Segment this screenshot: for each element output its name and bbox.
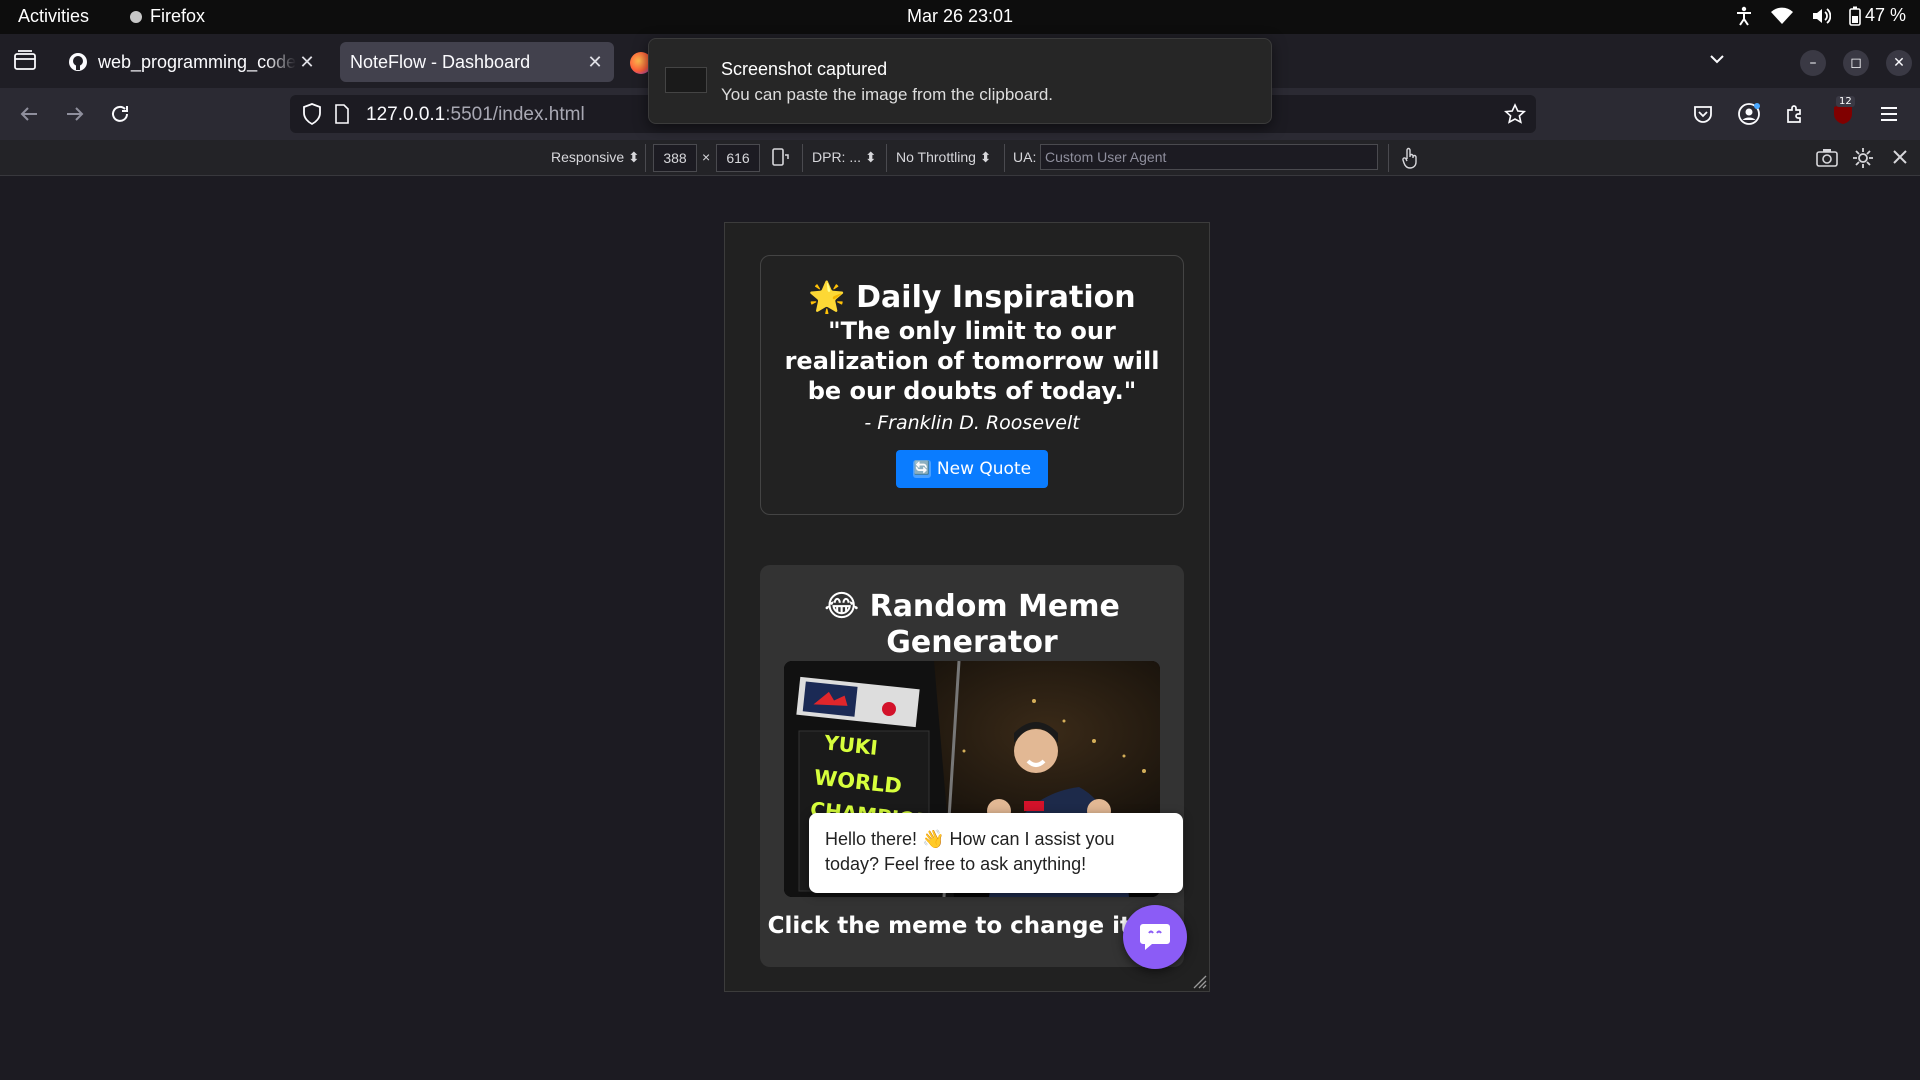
firefox-icon xyxy=(130,10,142,23)
resize-handle-icon[interactable] xyxy=(1191,973,1207,989)
meme-card-title: 😂 Random Meme Generator xyxy=(824,589,1120,660)
dimension-separator: × xyxy=(702,149,711,165)
meme-card: 😂 Random Meme Generator YUKI WORLD Click… xyxy=(760,565,1184,967)
new-quote-button[interactable]: 🔄 New Quote xyxy=(896,450,1048,488)
github-icon xyxy=(69,53,87,71)
account-icon[interactable] xyxy=(1736,101,1762,127)
screenshot-icon[interactable] xyxy=(1816,148,1838,171)
viewport-width-input[interactable]: 388 xyxy=(653,144,697,172)
chat-launcher-button[interactable] xyxy=(1123,905,1187,969)
page-info-icon[interactable] xyxy=(334,104,350,124)
minimize-button[interactable]: – xyxy=(1800,50,1826,76)
firefox-view-icon[interactable] xyxy=(12,48,38,74)
system-tray[interactable]: 47 % xyxy=(1735,5,1906,26)
throttling-selector[interactable]: No Throttling ⬍ xyxy=(896,149,992,166)
url-host: 127.0.0.1 xyxy=(366,104,446,125)
divider xyxy=(645,144,646,172)
throttling-label: No Throttling xyxy=(896,149,976,165)
url-path: :5501/index.html xyxy=(445,104,585,125)
chat-welcome-bubble[interactable]: Hello there! 👋 How can I assist you toda… xyxy=(809,813,1183,893)
forward-icon[interactable] xyxy=(62,101,88,127)
accessibility-icon xyxy=(1736,6,1751,26)
tab-title: NoteFlow - Dashboard xyxy=(350,51,531,72)
clock[interactable]: Mar 26 23:01 xyxy=(0,6,1920,27)
device-selector[interactable]: Responsive ⬍ xyxy=(551,149,640,166)
gnome-top-bar: Activities Firefox Mar 26 23:01 47 % xyxy=(0,0,1920,34)
quote-text: "The only limit to our realization of to… xyxy=(784,317,1160,405)
url-text[interactable]: 127.0.0.1:5501/index.html xyxy=(366,104,585,126)
device-viewport: 🌟 Daily Inspiration "The only limit to o… xyxy=(724,222,1210,992)
battery-indicator: 47 % xyxy=(1849,5,1906,26)
responsive-design-toolbar: Responsive ⬍ 388 × 616 DPR: ... ⬍ No Thr… xyxy=(0,140,1920,176)
battery-level: 47 % xyxy=(1864,5,1906,25)
tracking-protection-icon[interactable] xyxy=(302,103,322,125)
dpr-selector[interactable]: DPR: ... ⬍ xyxy=(812,149,877,166)
chat-bubble-icon xyxy=(1140,924,1170,950)
extensions-icon[interactable] xyxy=(1782,101,1808,127)
device-selector-label: Responsive xyxy=(551,149,625,165)
close-window-button[interactable]: ✕ xyxy=(1886,50,1912,76)
bookmark-star-icon[interactable] xyxy=(1504,103,1526,125)
screenshot-thumbnail-icon xyxy=(665,67,707,93)
back-icon[interactable] xyxy=(16,101,42,127)
screenshot-notification[interactable]: Screenshot captured You can paste the im… xyxy=(648,38,1272,124)
touch-simulation-icon[interactable] xyxy=(1400,147,1420,172)
dpr-label: DPR: ... xyxy=(812,149,862,165)
volume-icon xyxy=(1812,7,1831,24)
tab-web-programming-code[interactable]: web_programming_code ✕ xyxy=(56,42,326,82)
restore-button[interactable]: ◻ xyxy=(1843,50,1869,76)
close-tab-icon[interactable]: ✕ xyxy=(296,52,318,73)
user-agent-input[interactable]: Custom User Agent xyxy=(1040,144,1378,170)
notification-title: Screenshot captured xyxy=(721,59,888,79)
close-rdm-icon[interactable] xyxy=(1890,147,1910,170)
close-tab-icon[interactable]: ✕ xyxy=(584,52,606,73)
activities-button[interactable]: Activities xyxy=(18,6,89,27)
list-all-tabs-icon[interactable] xyxy=(1706,48,1728,70)
rotate-viewport-icon[interactable] xyxy=(770,147,790,170)
ua-label: UA: xyxy=(1013,149,1037,165)
wifi-icon xyxy=(1770,7,1793,24)
app-menu[interactable]: Firefox xyxy=(130,6,205,27)
menu-icon[interactable] xyxy=(1876,101,1902,127)
notification-body: You can paste the image from the clipboa… xyxy=(721,85,1054,104)
refresh-icon: 🔄 xyxy=(912,460,931,478)
divider xyxy=(1388,144,1389,172)
pocket-icon[interactable] xyxy=(1690,101,1716,127)
app-name: Firefox xyxy=(150,6,206,26)
reload-icon[interactable] xyxy=(107,101,133,127)
settings-gear-icon[interactable] xyxy=(1852,147,1874,172)
battery-icon xyxy=(1849,6,1861,26)
extension-badge: 12 xyxy=(1836,96,1855,107)
quote-card-title: 🌟 Daily Inspiration xyxy=(808,280,1136,315)
divider xyxy=(802,144,803,172)
tab-noteflow-dashboard[interactable]: NoteFlow - Dashboard ✕ xyxy=(340,42,614,82)
viewport-height-input[interactable]: 616 xyxy=(716,144,760,172)
tab-title: web_programming_code xyxy=(98,51,296,72)
divider xyxy=(886,144,887,172)
divider xyxy=(1004,144,1005,172)
quote-author: - Franklin D. Roosevelt xyxy=(864,412,1080,434)
quote-card: 🌟 Daily Inspiration "The only limit to o… xyxy=(760,255,1184,515)
meme-caption: Click the meme to change it! 😂 xyxy=(767,913,1177,939)
new-quote-label: New Quote xyxy=(936,459,1032,479)
